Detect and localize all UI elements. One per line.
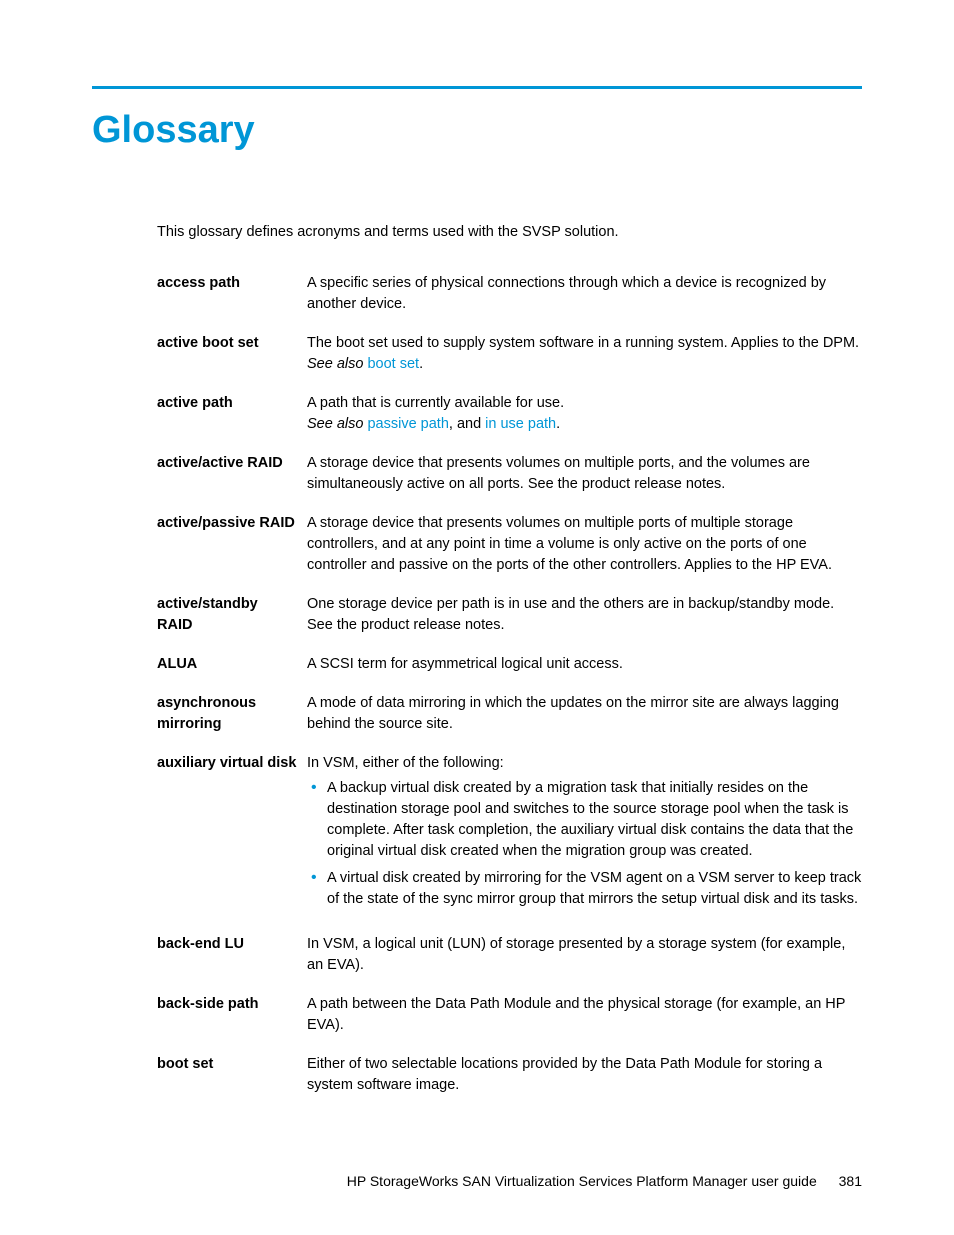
entry-boot-set: boot set Either of two selectable locati… [157,1054,862,1096]
definition: A specific series of physical connection… [307,273,862,315]
see-also-prefix: See also [307,416,367,432]
term: back-side path [157,994,307,1036]
term: access path [157,273,307,315]
definition: A path between the Data Path Module and … [307,994,862,1036]
definition: A SCSI term for asymmetrical logical uni… [307,654,862,675]
page-number: 381 [839,1173,862,1189]
definition-text: The boot set used to supply system softw… [307,335,859,351]
entry-active-path: active path A path that is currently ava… [157,393,862,435]
entry-alua: ALUA A SCSI term for asymmetrical logica… [157,654,862,675]
bullet-list: A backup virtual disk created by a migra… [307,778,862,910]
definition-text: A path that is currently available for u… [307,395,564,411]
definition: In VSM, a logical unit (LUN) of storage … [307,934,862,976]
term: asynchronous mirroring [157,693,307,735]
definition: A storage device that presents volumes o… [307,513,862,576]
entry-auxiliary-virtual-disk: auxiliary virtual disk In VSM, either of… [157,753,862,916]
definition: A storage device that presents volumes o… [307,453,862,495]
definition: One storage device per path is in use an… [307,594,862,636]
see-also-suffix: . [419,356,423,372]
term: active boot set [157,333,307,375]
entry-active-boot-set: active boot set The boot set used to sup… [157,333,862,375]
term: back-end LU [157,934,307,976]
definition: A mode of data mirroring in which the up… [307,693,862,735]
entry-back-side-path: back-side path A path between the Data P… [157,994,862,1036]
see-also: See also [307,416,367,432]
see-also-prefix: See also [307,356,367,372]
see-also: See also [307,356,367,372]
entry-active-active-raid: active/active RAID A storage device that… [157,453,862,495]
entry-back-end-lu: back-end LU In VSM, a logical unit (LUN)… [157,934,862,976]
page-title: Glossary [92,109,862,152]
term: active/standby RAID [157,594,307,636]
term: active/active RAID [157,453,307,495]
list-item: A backup virtual disk created by a migra… [307,778,862,862]
page: Glossary This glossary defines acronyms … [0,0,954,1235]
link-in-use-path[interactable]: in use path [485,416,556,432]
entry-access-path: access path A specific series of physica… [157,273,862,315]
definition: A path that is currently available for u… [307,393,862,435]
entry-asynchronous-mirroring: asynchronous mirroring A mode of data mi… [157,693,862,735]
definition-lead: In VSM, either of the following: [307,755,504,771]
glossary-entries: access path A specific series of physica… [157,273,862,1096]
link-passive-path[interactable]: passive path [367,416,448,432]
term: auxiliary virtual disk [157,753,307,916]
link-boot-set[interactable]: boot set [367,356,419,372]
top-rule [92,86,862,89]
term: boot set [157,1054,307,1096]
term: active path [157,393,307,435]
entry-active-standby-raid: active/standby RAID One storage device p… [157,594,862,636]
see-also-mid: , and [449,416,485,432]
entry-active-passive-raid: active/passive RAID A storage device tha… [157,513,862,576]
definition: In VSM, either of the following: A backu… [307,753,862,916]
definition: Either of two selectable locations provi… [307,1054,862,1096]
term: active/passive RAID [157,513,307,576]
list-item: A virtual disk created by mirroring for … [307,868,862,910]
page-footer: HP StorageWorks SAN Virtualization Servi… [347,1173,862,1189]
intro-text: This glossary defines acronyms and terms… [157,222,862,243]
footer-doc-title: HP StorageWorks SAN Virtualization Servi… [347,1173,817,1189]
term: ALUA [157,654,307,675]
see-also-suffix: . [556,416,560,432]
definition: The boot set used to supply system softw… [307,333,862,375]
